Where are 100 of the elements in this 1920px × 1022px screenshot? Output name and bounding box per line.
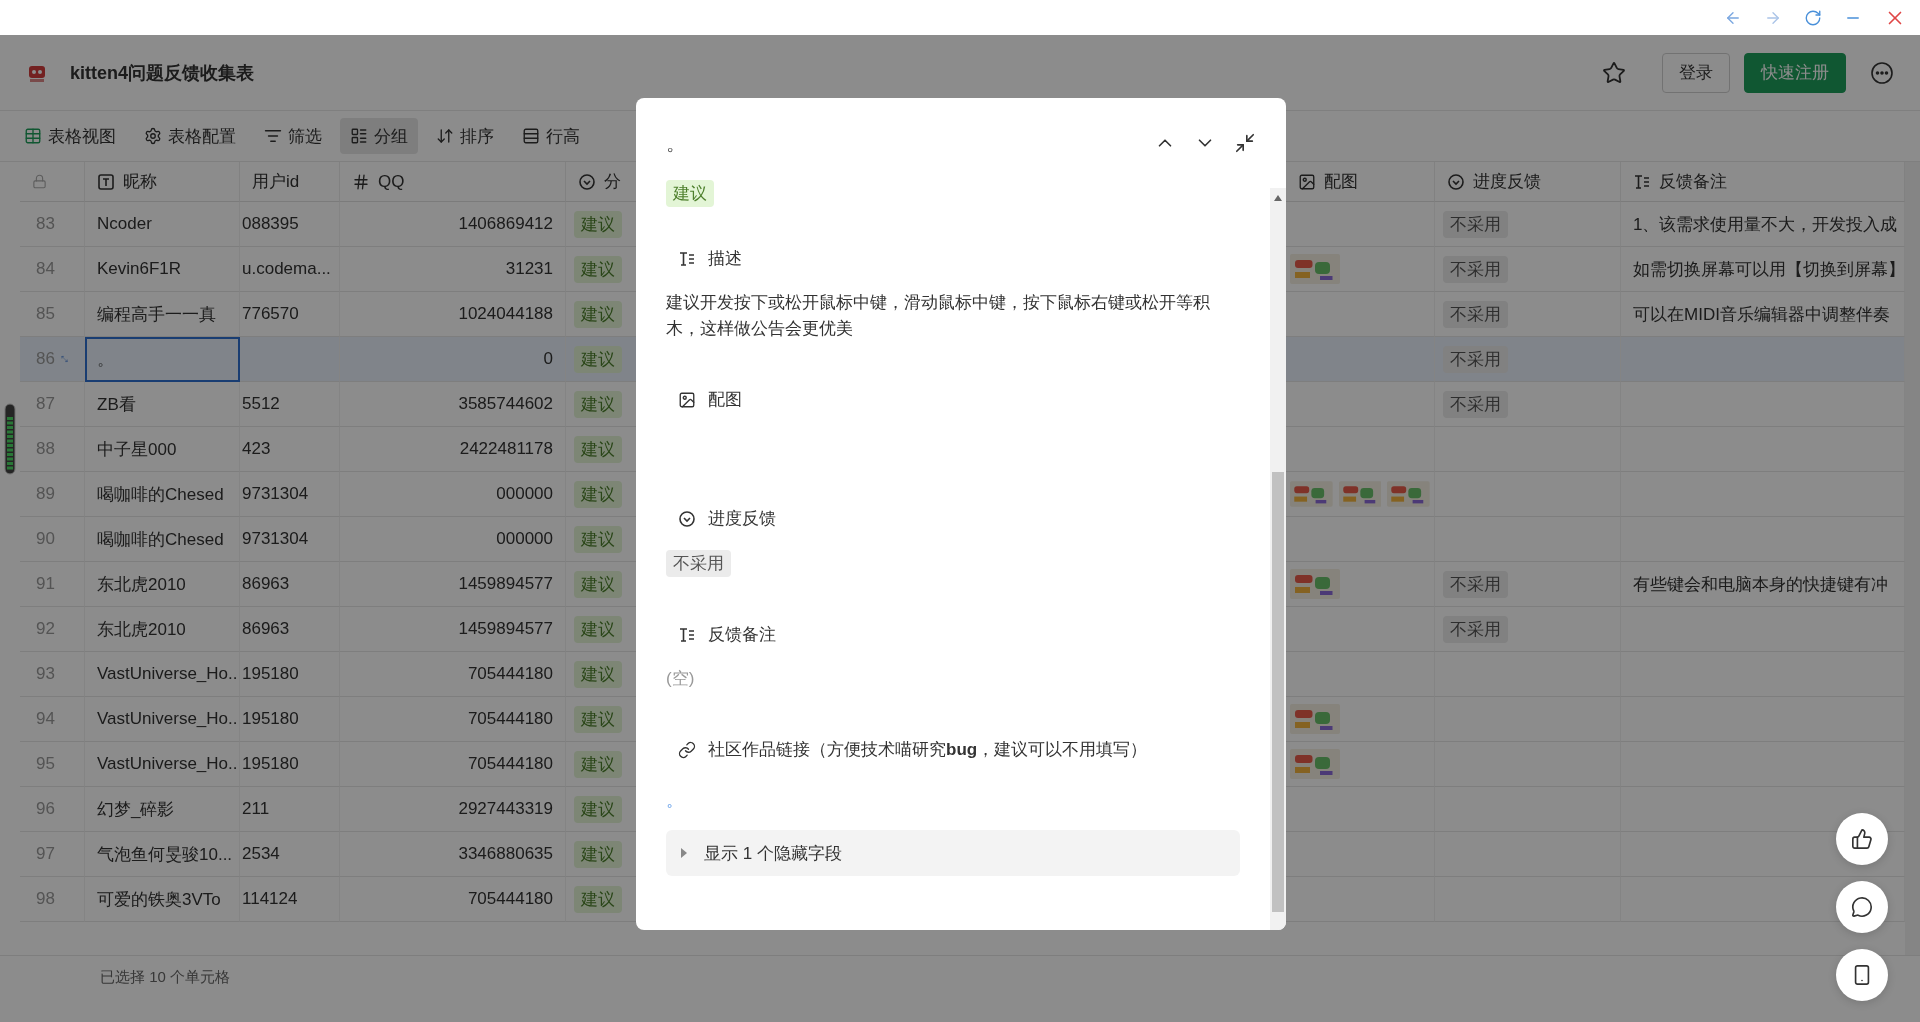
link[interactable]: 。 — [666, 789, 683, 812]
toolbar-button[interactable]: 行高 — [512, 118, 590, 154]
table-cell[interactable]: 776570 — [240, 292, 340, 337]
table-cell[interactable]: 195180 — [240, 652, 340, 697]
table-cell[interactable]: 可以在MIDI音乐编辑器中调整伴奏 — [1621, 292, 1905, 337]
table-cell[interactable]: 气泡鱼何旻骏10... — [85, 832, 240, 877]
table-cell[interactable]: 不采用 — [1435, 337, 1621, 382]
table-cell[interactable]: 000000 — [340, 517, 566, 562]
mobile-button[interactable] — [1836, 949, 1888, 1001]
table-cell[interactable] — [240, 337, 340, 382]
table-cell[interactable]: 705444180 — [340, 652, 566, 697]
table-cell[interactable] — [1286, 652, 1435, 697]
table-cell[interactable] — [1286, 517, 1435, 562]
row-number: 94 — [36, 709, 55, 729]
table-cell[interactable]: 可爱的铁奥3VTo — [85, 877, 240, 922]
table-cell[interactable]: 211 — [240, 787, 340, 832]
table-cell[interactable]: 如需切换屏幕可以用【切换到屏幕】 — [1621, 247, 1905, 292]
table-cell[interactable] — [1286, 427, 1435, 472]
row-number: 97 — [36, 844, 55, 864]
table-cell[interactable]: u.codema... — [240, 247, 340, 292]
table-cell[interactable]: 不采用 — [1435, 607, 1621, 652]
star-icon[interactable] — [1602, 60, 1626, 85]
table-cell[interactable]: 东北虎2010 — [85, 607, 240, 652]
toolbar-button[interactable]: 排序 — [426, 118, 504, 154]
table-cell[interactable]: Kevin6F1R — [85, 247, 240, 292]
table-cell[interactable] — [1286, 562, 1435, 607]
table-cell[interactable]: ZB看 — [85, 382, 240, 427]
toolbar-button[interactable]: 表格配置 — [134, 118, 246, 154]
table-cell[interactable]: 喝咖啡的Chesed — [85, 472, 240, 517]
table-cell[interactable]: 不采用 — [1435, 292, 1621, 337]
table-cell[interactable]: 705444180 — [340, 742, 566, 787]
table-cell[interactable]: 不采用 — [1435, 562, 1621, 607]
dropdown-field-icon — [678, 509, 696, 528]
toolbar-button[interactable]: 分组 — [340, 118, 418, 154]
toolbar-button[interactable]: 筛选 — [254, 118, 332, 154]
table-cell[interactable]: 编程高手一一真 — [85, 292, 240, 337]
table-cell[interactable] — [1286, 382, 1435, 427]
table-cell[interactable]: 1024044188 — [340, 292, 566, 337]
hidden-fields-toggle[interactable]: 显示 1 个隐藏字段 — [666, 830, 1240, 876]
table-cell[interactable] — [1286, 787, 1435, 832]
status-tag: 不采用 — [1443, 615, 1508, 643]
table-cell[interactable]: 1459894577 — [340, 607, 566, 652]
table-cell[interactable]: 000000 — [340, 472, 566, 517]
table-cell[interactable]: 31231 — [340, 247, 566, 292]
table-cell[interactable]: 3346880635 — [340, 832, 566, 877]
table-cell[interactable]: 114124 — [240, 877, 340, 922]
table-cell[interactable] — [1286, 337, 1435, 382]
table-cell[interactable]: VastUniverse_Ho... — [85, 697, 240, 742]
table-cell[interactable]: 幻梦_碎影 — [85, 787, 240, 832]
table-cell[interactable]: 195180 — [240, 742, 340, 787]
table-cell[interactable]: Ncoder — [85, 202, 240, 247]
table-cell[interactable] — [1286, 202, 1435, 247]
table-cell[interactable]: 86963 — [240, 607, 340, 652]
table-cell[interactable]: VastUniverse_Ho... — [85, 652, 240, 697]
table-cell[interactable]: 1、该需求使用量不大，开发投入成 — [1621, 202, 1905, 247]
table-cell[interactable] — [1286, 247, 1435, 292]
table-cell[interactable]: 3585744602 — [340, 382, 566, 427]
table-cell[interactable]: 088395 — [240, 202, 340, 247]
text-field-icon — [97, 172, 115, 191]
table-cell[interactable]: 不采用 — [1435, 202, 1621, 247]
table-cell[interactable]: 423 — [240, 427, 340, 472]
table-cell[interactable]: 有些键会和电脑本身的快捷键有冲 — [1621, 562, 1905, 607]
table-cell[interactable] — [1286, 472, 1435, 517]
table-cell[interactable]: 1459894577 — [340, 562, 566, 607]
table-cell[interactable]: 。 — [85, 337, 240, 382]
table-cell[interactable]: 86963 — [240, 562, 340, 607]
table-cell[interactable] — [1286, 832, 1435, 877]
table-cell[interactable]: 705444180 — [340, 697, 566, 742]
collapse-icon[interactable] — [1234, 132, 1256, 154]
table-cell[interactable]: 不采用 — [1435, 382, 1621, 427]
table-cell[interactable]: 1406869412 — [340, 202, 566, 247]
table-cell[interactable]: 东北虎2010 — [85, 562, 240, 607]
table-cell[interactable] — [1286, 877, 1435, 922]
table-cell[interactable]: 2422481178 — [340, 427, 566, 472]
login-button[interactable]: 登录 — [1662, 52, 1730, 93]
table-cell[interactable] — [1286, 697, 1435, 742]
table-cell[interactable]: 9731304 — [240, 472, 340, 517]
category-tag: 建议 — [574, 255, 622, 283]
table-cell[interactable]: 2927443319 — [340, 787, 566, 832]
table-cell[interactable] — [1286, 292, 1435, 337]
table-cell[interactable]: 5512 — [240, 382, 340, 427]
table-cell[interactable]: 195180 — [240, 697, 340, 742]
refresh-icon[interactable] — [1804, 8, 1822, 27]
table-cell[interactable]: VastUniverse_Ho... — [85, 742, 240, 787]
more-icon[interactable] — [1870, 60, 1894, 85]
table-cell[interactable]: 2534 — [240, 832, 340, 877]
toolbar-button[interactable]: 表格视图 — [14, 118, 126, 154]
table-cell[interactable]: 705444180 — [340, 877, 566, 922]
table-cell[interactable]: 不采用 — [1435, 247, 1621, 292]
table-cell[interactable] — [1286, 607, 1435, 652]
scroll-up-icon[interactable] — [1273, 194, 1283, 202]
table-cell[interactable] — [1286, 742, 1435, 787]
scrollbar[interactable] — [1270, 188, 1286, 930]
table-cell[interactable]: 喝咖啡的Chesed — [85, 517, 240, 562]
table-cell[interactable] — [1621, 787, 1905, 832]
table-cell[interactable]: 中子星000 — [85, 427, 240, 472]
table-cell[interactable]: 9731304 — [240, 517, 340, 562]
category-tag: 建议 — [574, 300, 622, 328]
register-button[interactable]: 快速注册 — [1744, 52, 1846, 93]
table-cell[interactable]: 0 — [340, 337, 566, 382]
